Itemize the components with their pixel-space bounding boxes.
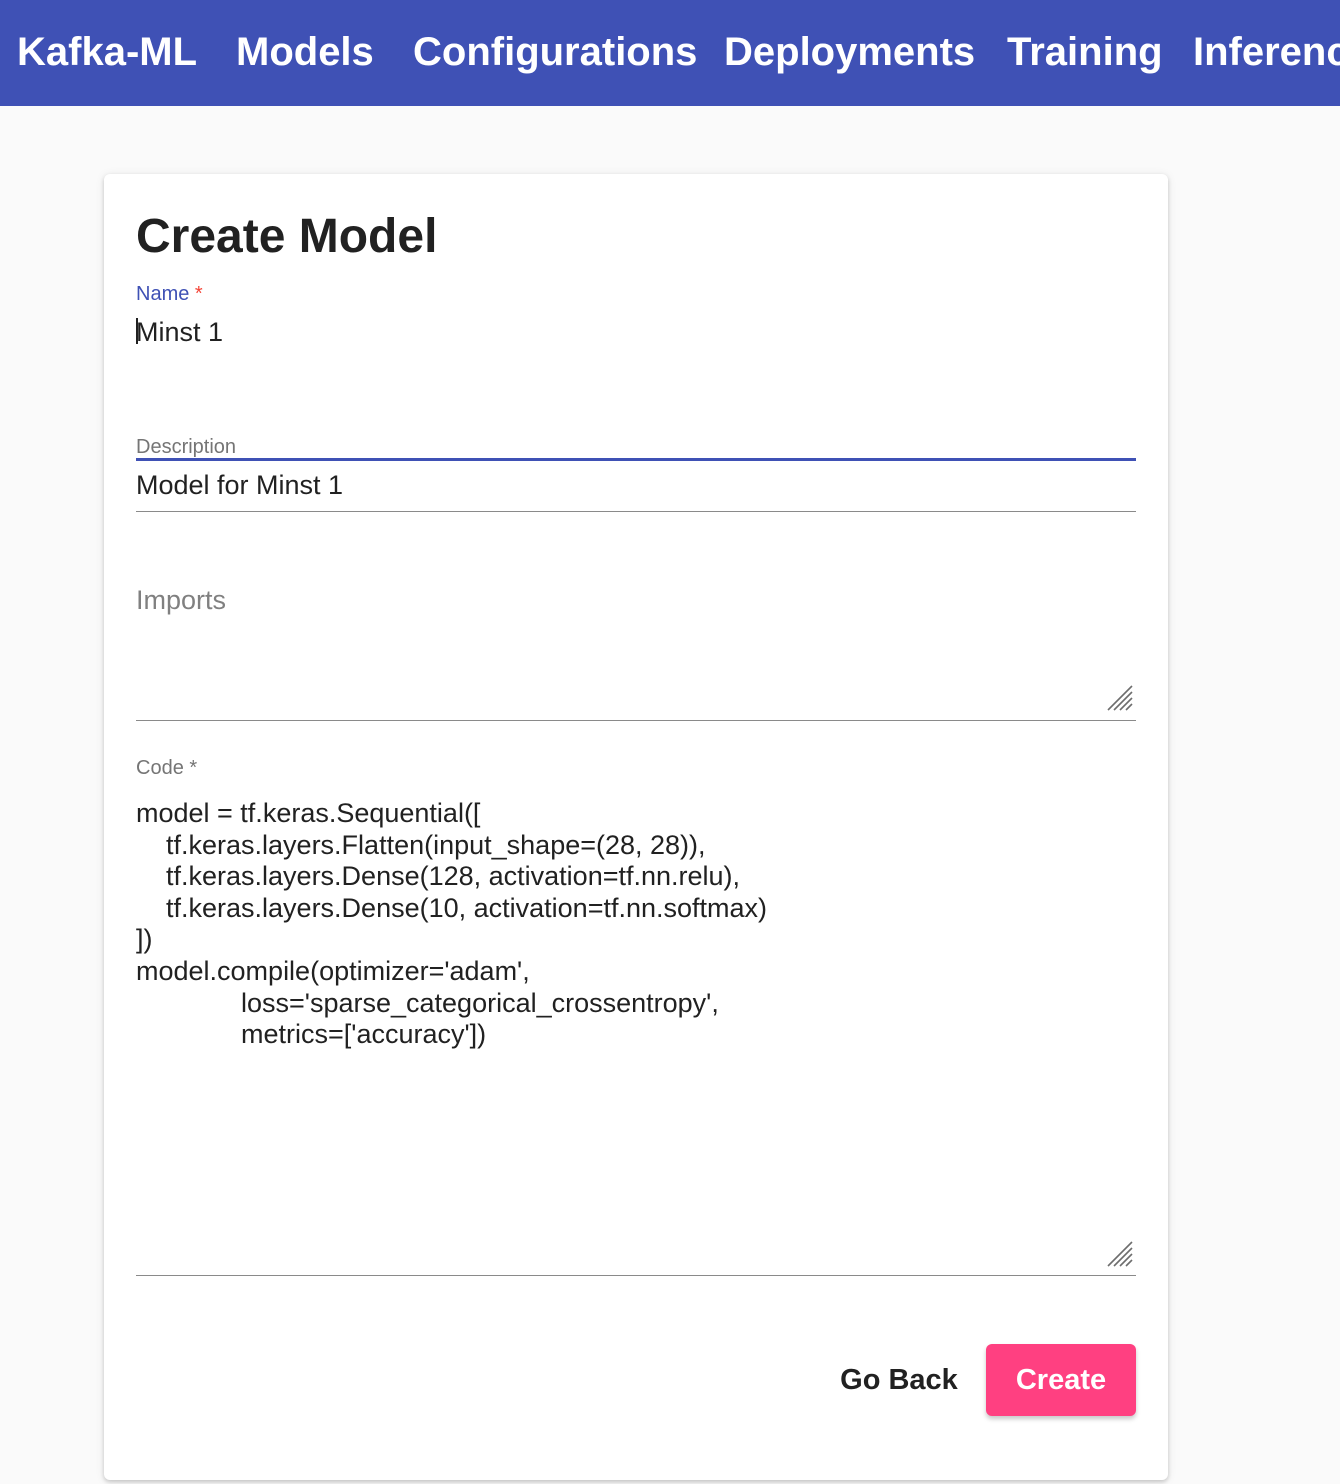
required-mark: * bbox=[189, 757, 198, 779]
nav-item-deployments[interactable]: Deployments bbox=[724, 28, 975, 76]
resize-handle-icon[interactable] bbox=[1106, 1240, 1134, 1268]
create-button[interactable]: Create bbox=[986, 1344, 1136, 1416]
name-input[interactable]: Minst 1 bbox=[136, 316, 223, 348]
nav-item-configurations[interactable]: Configurations bbox=[413, 28, 697, 76]
page-title: Create Model bbox=[136, 210, 438, 263]
name-label: Name * bbox=[136, 282, 203, 306]
nav-item-models[interactable]: Models bbox=[236, 28, 374, 76]
resize-handle-icon[interactable] bbox=[1106, 684, 1134, 712]
nav-item-inference[interactable]: Inference bbox=[1193, 28, 1340, 76]
go-back-button[interactable]: Go Back bbox=[824, 1344, 974, 1416]
required-mark: * bbox=[194, 283, 203, 305]
code-label-text: Code bbox=[136, 757, 184, 779]
top-toolbar: Kafka-ML Models Configurations Deploymen… bbox=[0, 0, 1340, 106]
imports-placeholder: Imports bbox=[136, 585, 227, 615]
code-underline bbox=[136, 1275, 1136, 1276]
description-underline bbox=[136, 511, 1136, 512]
imports-underline bbox=[136, 720, 1136, 721]
code-textarea[interactable]: model = tf.keras.Sequential([ tf.keras.l… bbox=[136, 798, 767, 1051]
description-input[interactable]: Model for Minst 1 bbox=[136, 469, 343, 501]
create-model-card: Create Model Name * Minst 1 Description … bbox=[104, 174, 1168, 1480]
code-label: Code * bbox=[136, 756, 197, 780]
nav-item-training[interactable]: Training bbox=[1007, 28, 1163, 76]
description-field[interactable]: Description Model for Minst 1 bbox=[136, 435, 1136, 515]
name-label-text: Name bbox=[136, 283, 190, 305]
code-field[interactable]: Code * model = tf.keras.Sequential([ tf.… bbox=[136, 756, 1136, 1276]
imports-field[interactable]: Imports bbox=[136, 582, 1136, 722]
description-label: Description bbox=[136, 436, 237, 458]
nav-brand-link[interactable]: Kafka-ML bbox=[17, 28, 197, 76]
name-field[interactable]: Name * Minst 1 bbox=[136, 282, 1136, 461]
